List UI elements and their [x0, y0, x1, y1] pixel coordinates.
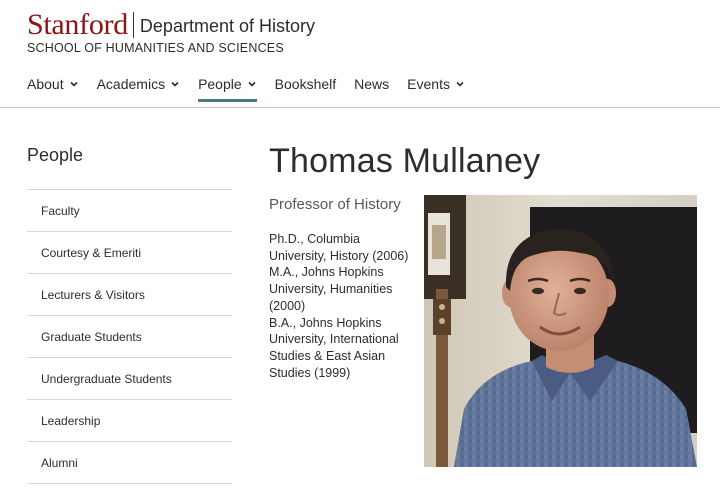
sidebar-item-leadership[interactable]: Leadership	[27, 400, 232, 442]
sidebar-menu: Faculty Courtesy & Emeriti Lecturers & V…	[27, 189, 232, 484]
nav-label: News	[354, 76, 390, 92]
school-name[interactable]: SCHOOL OF HUMANITIES AND SCIENCES	[27, 41, 284, 55]
nav-item-bookshelf[interactable]: Bookshelf	[275, 76, 336, 98]
sidebar-title[interactable]: People	[27, 145, 83, 166]
nav-item-news[interactable]: News	[354, 76, 389, 98]
nav-item-academics[interactable]: Academics	[97, 76, 180, 98]
department-name[interactable]: Department of History	[140, 16, 315, 37]
education-item: M.A., Johns Hopkins University, Humaniti…	[269, 265, 393, 313]
chevron-down-icon	[171, 81, 179, 87]
nav-label: People	[198, 76, 242, 92]
sidebar-item-graduate-students[interactable]: Graduate Students	[27, 316, 232, 358]
main-nav: About Academics People Bookshelf News Ev…	[27, 76, 483, 102]
nav-item-people[interactable]: People	[198, 76, 257, 102]
nav-label: Academics	[96, 76, 166, 92]
sidebar-item-undergraduate-students[interactable]: Undergraduate Students	[27, 358, 232, 400]
nav-item-about[interactable]: About	[27, 76, 79, 98]
stanford-wordmark[interactable]: Stanford	[27, 8, 128, 42]
brand-divider	[132, 12, 134, 38]
sidebar-item-lecturers-visitors[interactable]: Lecturers & Visitors	[27, 274, 232, 316]
page-title: Thomas Mullaney	[269, 142, 541, 180]
sidebar-item-courtesy-emeriti[interactable]: Courtesy & Emeriti	[27, 232, 232, 274]
education-item: Ph.D., Columbia University, History (200…	[269, 232, 409, 263]
chevron-down-icon	[456, 81, 464, 87]
education-item: B.A., Johns Hopkins University, Internat…	[269, 315, 399, 380]
sidebar-item-alumni[interactable]: Alumni	[27, 442, 232, 484]
site-brand[interactable]: Stanford Department of History	[27, 8, 315, 42]
nav-label: About	[27, 76, 64, 92]
nav-item-events[interactable]: Events	[407, 76, 465, 98]
nav-label: Events	[407, 76, 450, 92]
profile-title: Professor of History	[269, 196, 401, 213]
sidebar-item-faculty[interactable]: Faculty	[27, 190, 232, 232]
chevron-down-icon	[70, 81, 78, 87]
nav-label: Bookshelf	[274, 76, 337, 92]
education-list: Ph.D., Columbia University, History (200…	[269, 231, 419, 381]
portrait-photo	[424, 195, 697, 467]
chevron-down-icon	[248, 81, 256, 87]
profile-photo	[424, 195, 697, 467]
nav-divider	[0, 107, 720, 108]
